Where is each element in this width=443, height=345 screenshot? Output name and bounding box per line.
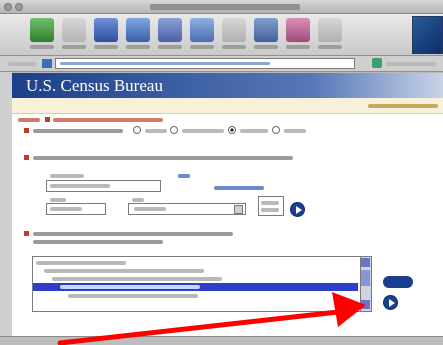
annotation-arrow-icon: [57, 292, 366, 345]
